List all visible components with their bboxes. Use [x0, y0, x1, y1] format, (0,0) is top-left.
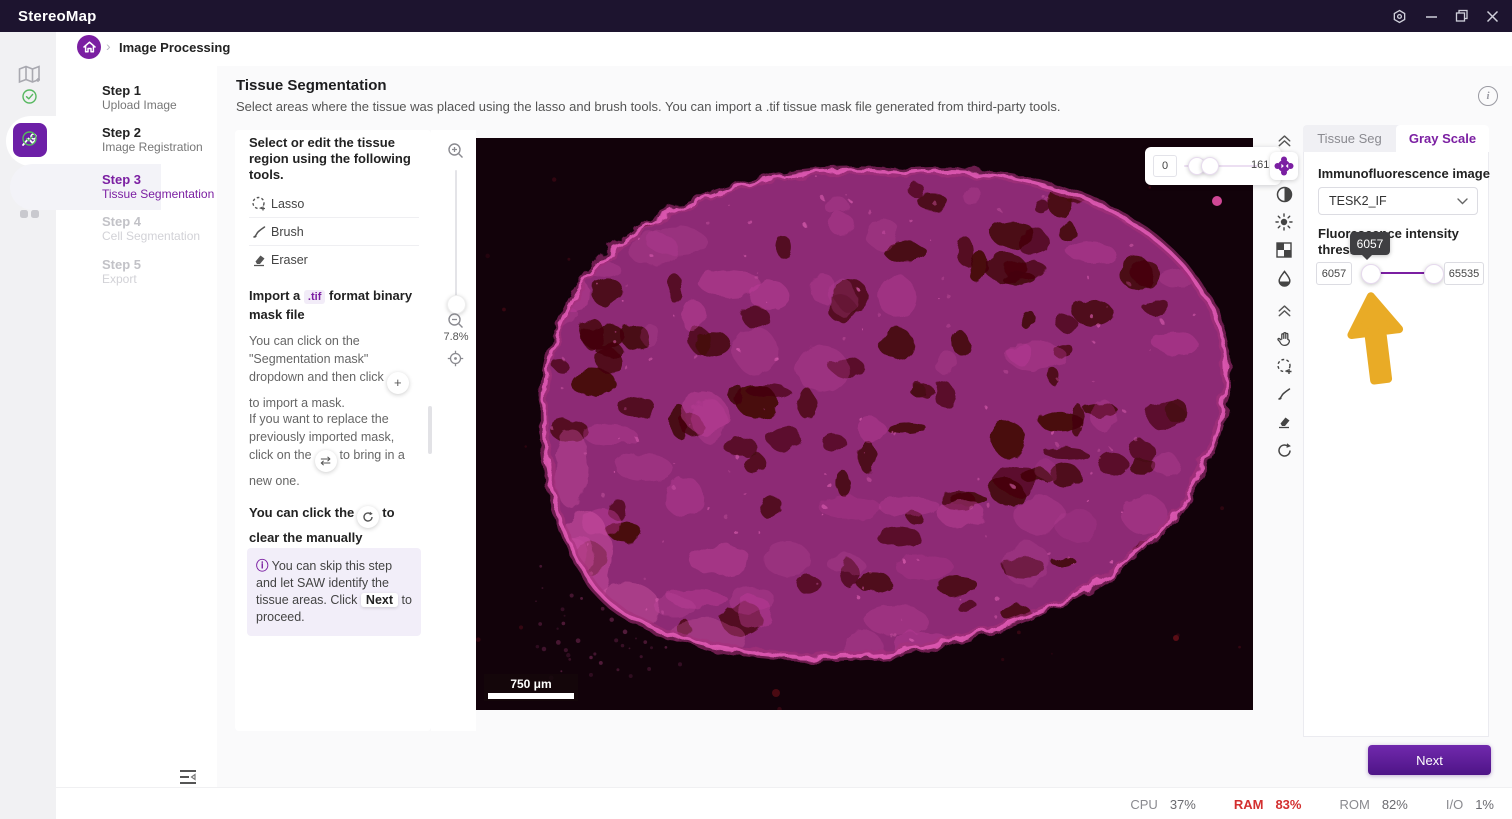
intensity-range-panel: 0 16132 — [1145, 147, 1281, 185]
home-icon[interactable] — [77, 35, 101, 59]
zoom-out-icon[interactable] — [447, 312, 465, 330]
zoom-in-icon[interactable] — [447, 142, 465, 160]
page-title: Tissue Segmentation — [236, 77, 387, 94]
eraser-icon — [251, 252, 267, 268]
scale-bar: 750 μm — [484, 674, 578, 701]
breadcrumb-separator-icon: › — [106, 38, 111, 54]
page-description: Select areas where the tissue was placed… — [236, 99, 1061, 114]
if-image-select[interactable]: TESK2_IF — [1318, 187, 1478, 215]
pan-hand-icon[interactable] — [1270, 324, 1298, 352]
tab-tissue-seg[interactable]: Tissue Seg — [1303, 125, 1396, 152]
sidebar-item-step4[interactable]: Step 4 Cell Segmentation — [102, 214, 200, 243]
eraser-icon[interactable] — [1270, 408, 1298, 436]
saturation-icon[interactable] — [1270, 264, 1298, 292]
skip-step-note: ⓘ You can skip this step and let SAW ide… — [247, 548, 421, 636]
right-panel-tabs: Tissue Seg Gray Scale — [1303, 125, 1489, 152]
breadcrumb: Image Processing — [119, 40, 230, 55]
sidebar-item-step3[interactable]: Step 3 Tissue Segmentation — [102, 172, 214, 201]
io-stat: I/O1% — [1446, 797, 1494, 812]
zoom-slider-track[interactable] — [455, 170, 457, 300]
cpu-stat: CPU37% — [1130, 797, 1195, 812]
brush-tool-button[interactable]: Brush — [249, 218, 419, 246]
minimize-icon[interactable] — [1416, 0, 1446, 32]
scale-bar-line — [488, 693, 574, 699]
swap-mask-icon: ⇄ — [315, 450, 337, 472]
range-min-input[interactable]: 0 — [1153, 155, 1177, 177]
info-icon[interactable]: i — [1478, 86, 1498, 106]
threshold-label: Fluorescence intensity threshold — [1318, 226, 1478, 258]
sidebar-item-step5[interactable]: Step 5 Export — [102, 257, 141, 286]
tif-badge: .tif — [304, 290, 325, 304]
lasso-icon — [251, 196, 267, 212]
color-adjust-icon[interactable] — [1270, 152, 1298, 180]
checkerboard-icon[interactable] — [1270, 236, 1298, 264]
app-title: StereoMap — [18, 8, 97, 25]
ram-stat: RAM83% — [1234, 797, 1302, 812]
chevron-down-icon — [1457, 198, 1468, 205]
tools-intro-text: Select or edit the tissue region using t… — [249, 135, 421, 183]
reset-icon — [357, 506, 379, 528]
brush-icon — [251, 224, 267, 240]
if-image-label: Immunofluorescence image — [1318, 166, 1490, 181]
next-word-chip: Next — [361, 593, 398, 607]
map-icon[interactable] — [17, 63, 41, 87]
fit-view-icon[interactable] — [447, 350, 465, 368]
threshold-min-input[interactable]: 6057 — [1316, 262, 1352, 285]
lasso-tool-button[interactable]: Lasso — [249, 190, 419, 218]
sidebar-item-step1[interactable]: Step 1 Upload Image — [102, 83, 177, 112]
threshold-handle-high[interactable] — [1424, 264, 1444, 284]
threshold-handle-low[interactable] — [1361, 264, 1381, 284]
brush-icon[interactable] — [1270, 380, 1298, 408]
range-handle-high[interactable] — [1201, 157, 1219, 175]
scale-bar-label: 750 μm — [510, 677, 551, 691]
replace-help-text: If you want to replace the previously im… — [249, 410, 419, 490]
collapse-panel-icon[interactable] — [178, 768, 198, 788]
app-window: StereoMap › Image Processing Step 1 Uplo… — [0, 0, 1512, 819]
sidebar-item-step2[interactable]: Step 2 Image Registration — [102, 125, 203, 154]
zoom-strip — [431, 130, 476, 731]
reset-icon[interactable] — [1270, 436, 1298, 464]
import-help-text: You can click on the "Segmentation mask"… — [249, 332, 419, 412]
note-info-icon: ⓘ — [256, 559, 272, 573]
tissue-image — [476, 138, 1253, 710]
collapse-icon[interactable] — [1270, 296, 1298, 324]
image-canvas[interactable]: 750 μm — [476, 138, 1253, 710]
scrollbar-thumb[interactable] — [428, 406, 432, 454]
threshold-tooltip: 6057 — [1350, 232, 1390, 255]
rom-stat: ROM82% — [1339, 797, 1407, 812]
settings-gear-icon[interactable] — [1384, 0, 1414, 32]
add-mask-icon: + — [387, 372, 409, 394]
close-icon[interactable] — [1477, 0, 1507, 32]
brightness-icon[interactable] — [1270, 208, 1298, 236]
next-button[interactable]: Next — [1368, 745, 1491, 775]
lasso-add-icon[interactable] — [1270, 352, 1298, 380]
tab-gray-scale[interactable]: Gray Scale — [1396, 125, 1489, 152]
annotation-arrow — [1334, 288, 1418, 388]
import-heading: Import a .tif format binary mask file — [249, 287, 421, 323]
threshold-max-input[interactable]: 65535 — [1444, 262, 1484, 285]
restore-icon[interactable] — [1447, 0, 1477, 32]
zoom-percent: 7.8% — [440, 331, 472, 343]
title-bar: StereoMap — [0, 0, 1512, 32]
step-done-icon — [22, 131, 37, 146]
eraser-tool-button[interactable]: Eraser — [249, 246, 419, 273]
step-done-icon — [22, 89, 37, 104]
status-bar: CPU37% RAM83% ROM82% I/O1% — [56, 787, 1512, 819]
